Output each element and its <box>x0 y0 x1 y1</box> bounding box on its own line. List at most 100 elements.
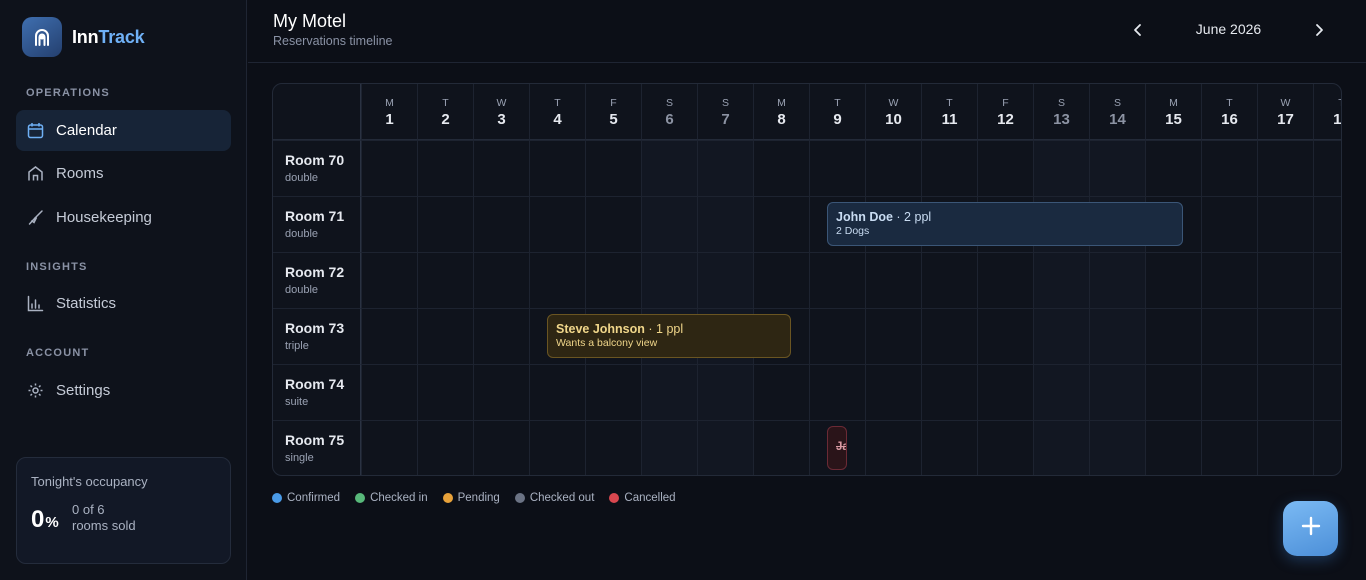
calendar-cell[interactable] <box>1201 196 1257 252</box>
calendar-cell[interactable] <box>977 364 1033 420</box>
calendar-cell[interactable] <box>977 140 1033 196</box>
calendar-cell[interactable] <box>585 364 641 420</box>
reservation-pending[interactable]: Steve Johnson · 1 ppl Wants a balcony vie… <box>547 314 791 358</box>
calendar-cell[interactable] <box>1201 140 1257 196</box>
calendar-cell[interactable] <box>1033 420 1089 475</box>
calendar-cell[interactable] <box>1313 364 1341 420</box>
calendar-cell[interactable] <box>417 196 473 252</box>
calendar-cell[interactable] <box>1257 420 1313 475</box>
calendar-cell[interactable] <box>417 364 473 420</box>
calendar-cell[interactable] <box>809 140 865 196</box>
calendar-cell[interactable] <box>1257 364 1313 420</box>
calendar-cell[interactable] <box>753 140 809 196</box>
calendar-cell[interactable] <box>753 420 809 475</box>
calendar-cell[interactable] <box>865 308 921 364</box>
sidebar-item-calendar[interactable]: Calendar <box>16 110 231 151</box>
calendar-cell[interactable] <box>921 364 977 420</box>
calendar-cell[interactable] <box>585 140 641 196</box>
calendar-cell[interactable] <box>1313 252 1341 308</box>
calendar-cell[interactable] <box>585 196 641 252</box>
calendar-cell[interactable] <box>753 252 809 308</box>
calendar-cell[interactable] <box>641 364 697 420</box>
calendar-cell[interactable] <box>417 140 473 196</box>
calendar-cell[interactable] <box>697 364 753 420</box>
calendar-cell[interactable] <box>1313 420 1341 475</box>
calendar-cell[interactable] <box>641 196 697 252</box>
calendar-cell[interactable] <box>809 252 865 308</box>
calendar-cell[interactable] <box>361 140 417 196</box>
calendar-cell[interactable] <box>473 252 529 308</box>
calendar-cell[interactable] <box>1313 140 1341 196</box>
calendar-cell[interactable] <box>585 420 641 475</box>
sidebar-item-statistics[interactable]: Statistics <box>16 283 231 324</box>
calendar-cell[interactable] <box>473 196 529 252</box>
calendar-cell[interactable] <box>865 140 921 196</box>
calendar-cell[interactable] <box>1201 252 1257 308</box>
calendar-cell[interactable] <box>1145 420 1201 475</box>
calendar-cell[interactable] <box>529 420 585 475</box>
calendar-cell[interactable] <box>1033 308 1089 364</box>
calendar-cell[interactable] <box>1257 196 1313 252</box>
calendar-cell[interactable] <box>1089 140 1145 196</box>
calendar-cell[interactable] <box>1145 308 1201 364</box>
add-reservation-button[interactable] <box>1283 501 1338 556</box>
calendar-cell[interactable] <box>1145 140 1201 196</box>
calendar-cell[interactable] <box>753 364 809 420</box>
calendar-cell[interactable] <box>809 364 865 420</box>
calendar-cell[interactable] <box>641 252 697 308</box>
calendar-cell[interactable] <box>921 252 977 308</box>
calendar-cell[interactable] <box>529 140 585 196</box>
calendar-cell[interactable] <box>1089 308 1145 364</box>
calendar-cell[interactable] <box>1033 140 1089 196</box>
chevron-right-icon[interactable] <box>1309 20 1329 40</box>
calendar-cell[interactable] <box>865 420 921 475</box>
calendar-cell[interactable] <box>361 308 417 364</box>
calendar-cell[interactable] <box>361 364 417 420</box>
calendar-cell[interactable] <box>1257 308 1313 364</box>
calendar-cell[interactable] <box>473 308 529 364</box>
calendar-cell[interactable] <box>1089 252 1145 308</box>
calendar-cell[interactable] <box>1145 252 1201 308</box>
calendar-cell[interactable] <box>417 308 473 364</box>
calendar-cell[interactable] <box>1313 308 1341 364</box>
chevron-left-icon[interactable] <box>1128 20 1148 40</box>
calendar-cell[interactable] <box>809 308 865 364</box>
calendar-cell[interactable] <box>1089 364 1145 420</box>
calendar-cell[interactable] <box>865 364 921 420</box>
calendar-cell[interactable] <box>977 308 1033 364</box>
calendar-cell[interactable] <box>1033 252 1089 308</box>
calendar-cell[interactable] <box>529 252 585 308</box>
calendar-cell[interactable] <box>697 420 753 475</box>
sidebar-item-housekeeping[interactable]: Housekeeping <box>16 197 231 238</box>
calendar-cell[interactable] <box>529 364 585 420</box>
reservation-cancelled[interactable]: Jan... <box>827 426 847 470</box>
calendar-cell[interactable] <box>641 140 697 196</box>
calendar-cell[interactable] <box>473 364 529 420</box>
calendar-cell[interactable] <box>529 196 585 252</box>
calendar-cell[interactable] <box>585 252 641 308</box>
sidebar-item-settings[interactable]: Settings <box>16 370 231 411</box>
calendar-cell[interactable] <box>361 196 417 252</box>
calendar-cell[interactable] <box>921 420 977 475</box>
calendar-cell[interactable] <box>865 252 921 308</box>
calendar-cell[interactable] <box>1089 420 1145 475</box>
calendar-cell[interactable] <box>753 196 809 252</box>
calendar-cell[interactable] <box>977 420 1033 475</box>
calendar-cell[interactable] <box>1313 196 1341 252</box>
reservation-confirmed[interactable]: John Doe · 2 ppl 2 Dogs <box>827 202 1183 246</box>
calendar-cell[interactable] <box>473 420 529 475</box>
calendar-cell[interactable] <box>1145 364 1201 420</box>
calendar-cell[interactable] <box>417 252 473 308</box>
calendar-cell[interactable] <box>1201 364 1257 420</box>
calendar-cell[interactable] <box>1201 420 1257 475</box>
calendar-cell[interactable] <box>361 252 417 308</box>
calendar-cell[interactable] <box>417 420 473 475</box>
calendar-cell[interactable] <box>1033 364 1089 420</box>
calendar-cell[interactable] <box>473 140 529 196</box>
calendar-cell[interactable] <box>1201 308 1257 364</box>
calendar-cell[interactable] <box>641 420 697 475</box>
calendar-cell[interactable] <box>1257 140 1313 196</box>
calendar-cell[interactable] <box>921 140 977 196</box>
sidebar-item-rooms[interactable]: Rooms <box>16 153 231 194</box>
brand[interactable]: InnTrack <box>22 17 145 57</box>
